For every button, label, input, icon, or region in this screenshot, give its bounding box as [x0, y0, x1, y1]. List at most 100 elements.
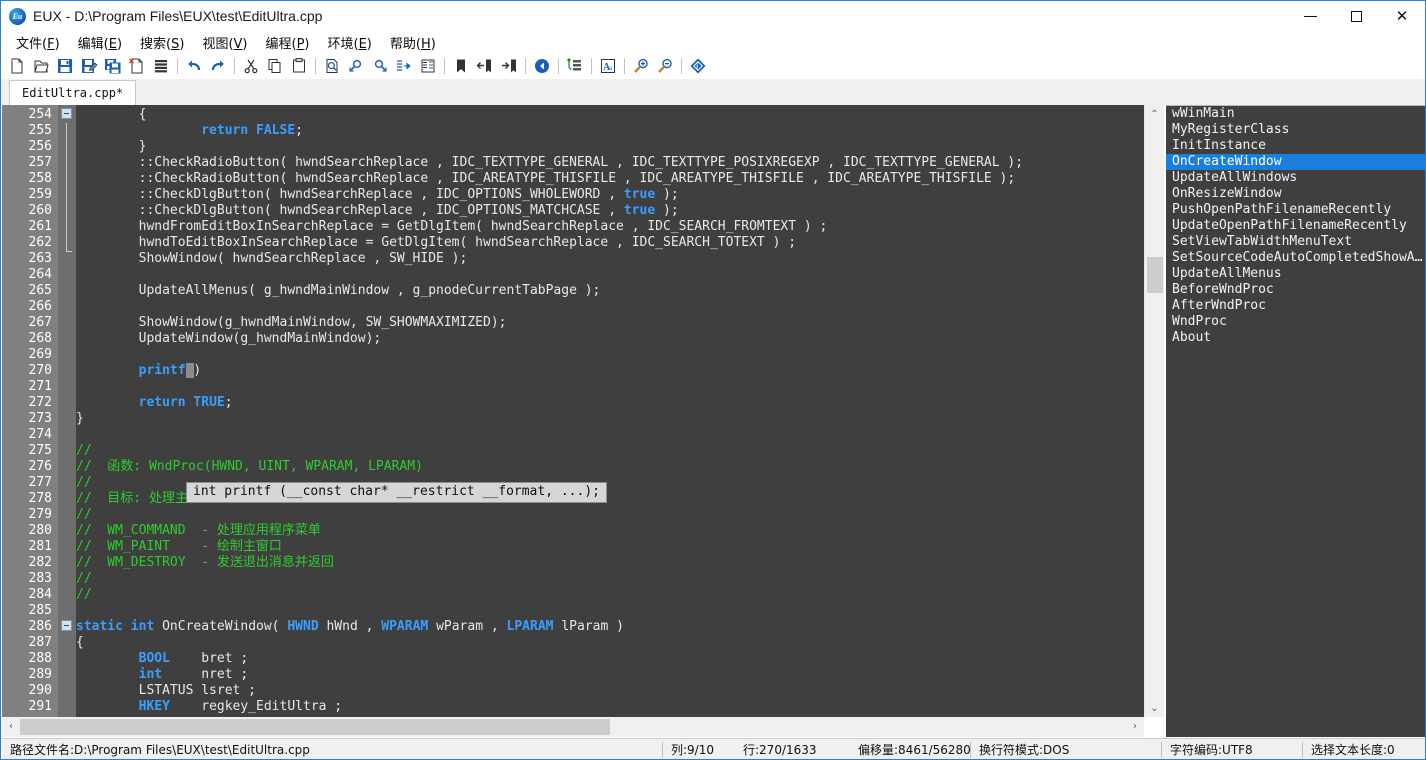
line-number: 264 — [2, 267, 52, 283]
goto-line-icon[interactable] — [393, 55, 415, 77]
horizontal-scroll-thumb[interactable] — [20, 719, 610, 735]
menu-view[interactable]: 视图(V) — [193, 31, 256, 54]
symbol-list-item[interactable]: AfterWndProc — [1166, 298, 1425, 314]
code-token: // 函数: WndProc(HWND, UINT, WPARAM, LPARA… — [76, 459, 423, 474]
save-as-icon[interactable] — [78, 55, 100, 77]
symbol-list-item[interactable]: OnCreateWindow — [1166, 154, 1425, 170]
scroll-right-icon[interactable]: › — [1126, 717, 1144, 736]
scroll-down-icon[interactable]: ⌄ — [1145, 699, 1164, 717]
find-next-icon[interactable] — [369, 55, 391, 77]
code-token: } — [76, 139, 146, 154]
menu-label: 搜索(S) — [140, 37, 184, 52]
symbol-list-item[interactable]: SetSourceCodeAutoCompletedShowA… — [1166, 250, 1425, 266]
vertical-scroll-thumb[interactable] — [1147, 257, 1163, 293]
redo-icon[interactable] — [207, 55, 229, 77]
menu-edit[interactable]: 编辑(E) — [69, 31, 131, 54]
fold-toggle-icon-2[interactable] — [61, 620, 72, 631]
find-previous-icon[interactable] — [345, 55, 367, 77]
code-folding-column[interactable] — [58, 105, 76, 717]
toolbar-separator — [591, 58, 592, 74]
bookmark-next-icon[interactable] — [498, 55, 520, 77]
line-number: 256 — [2, 139, 52, 155]
code-line: // WM_PAINT - 绘制主窗口 — [76, 539, 1164, 555]
replace-icon[interactable] — [417, 55, 439, 77]
find-icon[interactable] — [321, 55, 343, 77]
menu-label: 编程(P) — [266, 37, 310, 52]
code-line — [76, 267, 1164, 283]
code-line: UpdateWindow(g_hwndMainWindow); — [76, 331, 1164, 347]
compile-icon[interactable] — [564, 55, 586, 77]
code-token: int — [131, 619, 154, 634]
code-token — [76, 667, 139, 682]
symbol-list-item[interactable]: UpdateAllMenus — [1166, 266, 1425, 282]
status-eol-mode: 换行符模式:DOS — [971, 739, 1161, 760]
code-line: BOOL bret ; — [76, 651, 1164, 667]
symbol-list-item[interactable]: wWinMain — [1166, 106, 1425, 122]
code-token: true — [624, 203, 655, 218]
symbol-list-item[interactable]: MyRegisterClass — [1166, 122, 1425, 138]
scroll-left-icon[interactable]: ‹ — [2, 717, 20, 736]
maximize-button[interactable] — [1333, 1, 1379, 31]
symbol-list-item[interactable]: OnResizeWindow — [1166, 186, 1425, 202]
line-number: 284 — [2, 587, 52, 603]
undo-icon[interactable] — [183, 55, 205, 77]
code-line: ::CheckRadioButton( hwndSearchReplace , … — [76, 155, 1164, 171]
open-file-icon[interactable] — [30, 55, 52, 77]
code-token: // WM_DESTROY - 发送退出消息并返回 — [76, 555, 334, 570]
menu-file[interactable]: 文件(F) — [7, 31, 69, 54]
font-icon[interactable]: Aa — [597, 55, 619, 77]
code-text-area[interactable]: { return FALSE; } ::CheckRadioButton( hw… — [76, 105, 1164, 717]
code-token: // — [76, 571, 92, 586]
tab-editultra-cpp[interactable]: EditUltra.cpp* — [9, 80, 136, 105]
paste-icon[interactable] — [288, 55, 310, 77]
line-number: 260 — [2, 203, 52, 219]
scroll-up-icon[interactable]: ⌃ — [1145, 105, 1164, 123]
code-line: // WM_COMMAND - 处理应用程序菜单 — [76, 523, 1164, 539]
code-line — [76, 347, 1164, 363]
close-file-icon[interactable] — [126, 55, 148, 77]
menu-environment[interactable]: 环境(E) — [319, 31, 381, 54]
close-button[interactable]: ✕ — [1379, 1, 1425, 31]
line-number: 257 — [2, 155, 52, 171]
bookmark-previous-icon[interactable] — [474, 55, 496, 77]
copy-icon[interactable] — [264, 55, 286, 77]
new-file-icon[interactable] — [6, 55, 28, 77]
symbol-list-item[interactable]: UpdateAllWindows — [1166, 170, 1425, 186]
line-number: 285 — [2, 603, 52, 619]
window-title: EUX - D:\Program Files\EUX\test\EditUltr… — [33, 8, 322, 24]
code-token — [248, 123, 256, 138]
code-token: BOOL — [139, 651, 170, 666]
zoom-out-icon[interactable] — [654, 55, 676, 77]
code-editor[interactable]: 2542552562572582592602612622632642652662… — [2, 105, 1164, 717]
file-list-icon[interactable] — [150, 55, 172, 77]
bookmark-toggle-icon[interactable] — [450, 55, 472, 77]
line-number: 291 — [2, 699, 52, 715]
code-token: // — [76, 443, 92, 458]
symbol-list-item[interactable]: PushOpenPathFilenameRecently — [1166, 202, 1425, 218]
symbol-list-item[interactable]: About — [1166, 330, 1425, 346]
code-token: hwndToEditBoxInSearchReplace = GetDlgIte… — [76, 235, 796, 250]
cut-icon[interactable] — [240, 55, 262, 77]
save-all-icon[interactable] — [102, 55, 124, 77]
fold-toggle-icon[interactable] — [61, 108, 72, 119]
symbol-list-item[interactable]: InitInstance — [1166, 138, 1425, 154]
save-icon[interactable] — [54, 55, 76, 77]
menu-search[interactable]: 搜索(S) — [131, 31, 193, 54]
minimize-button[interactable] — [1287, 1, 1333, 31]
symbol-list-item[interactable]: UpdateOpenPathFilenameRecently — [1166, 218, 1425, 234]
menu-help[interactable]: 帮助(H) — [381, 31, 445, 54]
editor-vertical-scrollbar[interactable]: ⌃ ⌄ — [1144, 105, 1164, 717]
about-icon[interactable]: i — [687, 55, 709, 77]
editor-horizontal-scrollbar[interactable]: ‹ › — [2, 717, 1144, 737]
zoom-in-icon[interactable] — [630, 55, 652, 77]
symbol-list-item[interactable]: BeforeWndProc — [1166, 282, 1425, 298]
menu-program[interactable]: 编程(P) — [257, 31, 319, 54]
symbol-list-item[interactable]: WndProc — [1166, 314, 1425, 330]
symbol-list-panel[interactable]: wWinMainMyRegisterClassInitInstanceOnCre… — [1166, 105, 1425, 737]
symbol-list-item[interactable]: SetViewTabWidthMenuText — [1166, 234, 1425, 250]
status-column: 列:9/10 — [663, 739, 735, 760]
back-icon[interactable] — [531, 55, 553, 77]
code-line: ShowWindow(g_hwndMainWindow, SW_SHOWMAXI… — [76, 315, 1164, 331]
line-number: 272 — [2, 395, 52, 411]
toolbar-separator — [624, 58, 625, 74]
